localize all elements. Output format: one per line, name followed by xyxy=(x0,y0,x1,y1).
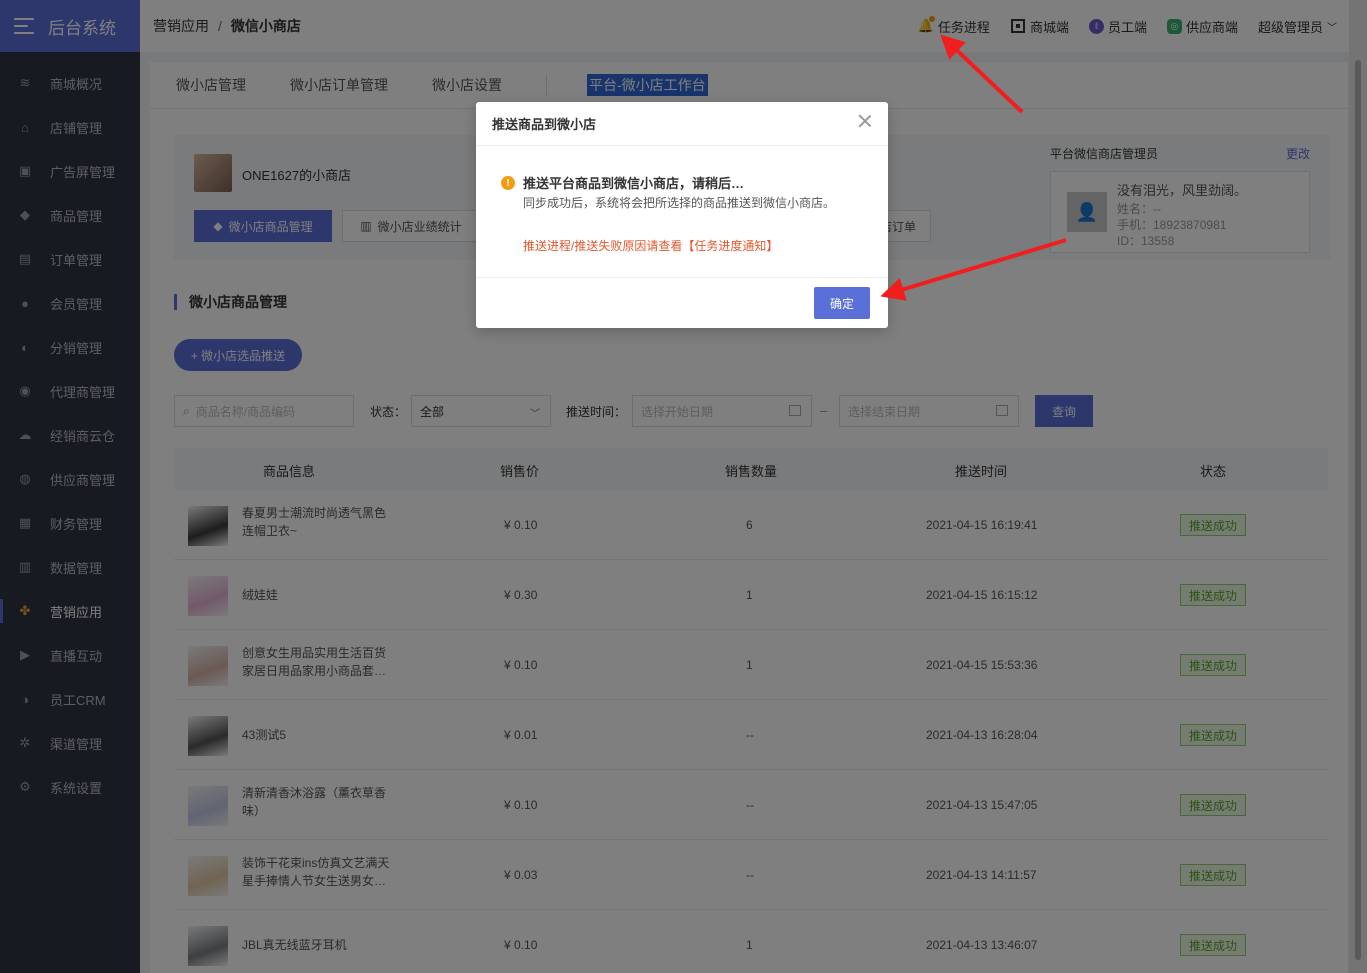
modal-footer-divider xyxy=(476,277,888,278)
warning-icon: ! xyxy=(501,176,515,190)
push-modal: 推送商品到微小店 ! 推送平台商品到微信小商店，请稍后… 同步成功后，系统将会把… xyxy=(476,102,888,328)
task-progress-notice[interactable]: 推送进程/推送失败原因请查看【任务进度通知】 xyxy=(523,237,778,254)
modal-heading: 推送平台商品到微信小商店，请稍后… xyxy=(523,176,745,191)
modal-header: 推送商品到微小店 xyxy=(476,102,888,146)
modal-description: 同步成功后，系统将会把所选择的商品推送到微信小商店。 xyxy=(523,196,836,210)
confirm-button[interactable]: 确定 xyxy=(814,287,870,319)
modal-title: 推送商品到微小店 xyxy=(492,117,597,132)
close-icon[interactable] xyxy=(858,114,872,128)
